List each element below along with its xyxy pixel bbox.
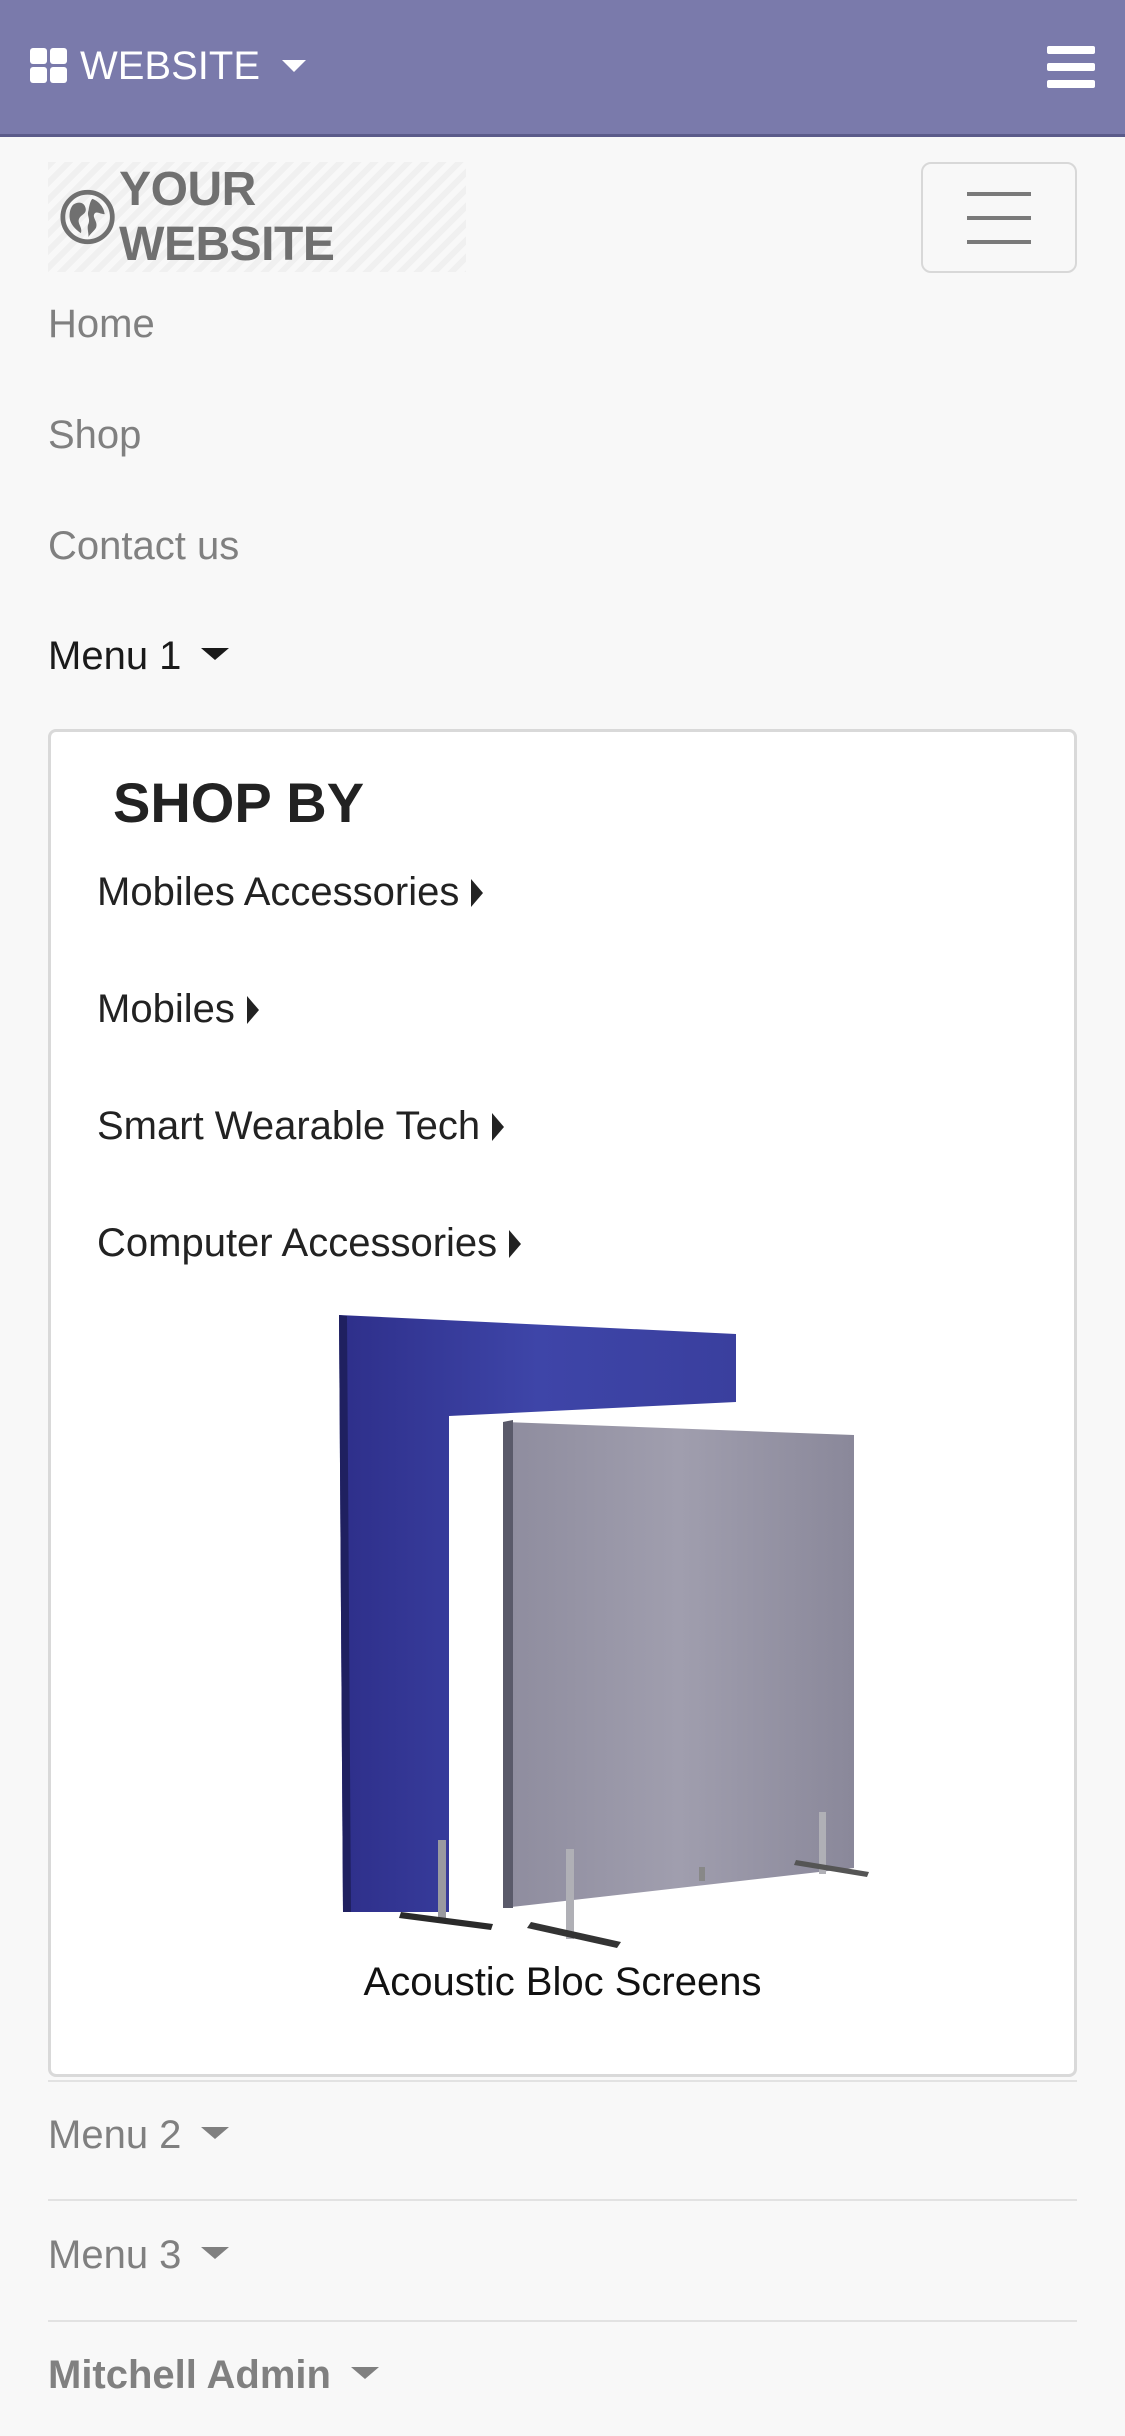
chevron-down-icon bbox=[201, 648, 230, 661]
nav-item-home[interactable]: Home bbox=[48, 302, 155, 347]
nav-item-menu-2[interactable]: Menu 2 bbox=[48, 2113, 230, 2158]
nav-item-shop[interactable]: Shop bbox=[48, 413, 141, 458]
globe-icon bbox=[60, 189, 115, 245]
user-name: Mitchell Admin bbox=[48, 2353, 331, 2397]
apps-grid-icon bbox=[30, 48, 67, 83]
chevron-down-icon bbox=[350, 2367, 379, 2380]
product-image[interactable] bbox=[281, 1312, 881, 1952]
nav-item-contact-us[interactable]: Contact us bbox=[48, 524, 239, 569]
nav-item-menu-3[interactable]: Menu 3 bbox=[48, 2233, 230, 2278]
category-label: Smart Wearable Tech bbox=[97, 1104, 481, 1148]
divider bbox=[48, 2199, 1077, 2201]
user-menu[interactable]: Mitchell Admin bbox=[48, 2353, 379, 2398]
navbar-toggle-button[interactable] bbox=[921, 162, 1077, 273]
site-name: YOUR WEBSITE bbox=[119, 163, 335, 271]
chevron-right-icon bbox=[471, 878, 484, 907]
topbar-menu-icon[interactable] bbox=[1047, 46, 1095, 88]
category-smart-wearable-tech[interactable]: Smart Wearable Tech bbox=[97, 1104, 505, 1149]
category-mobiles-accessories[interactable]: Mobiles Accessories bbox=[97, 870, 484, 915]
site-logo[interactable]: YOUR WEBSITE bbox=[48, 162, 466, 272]
nav-item-menu-3-label: Menu 3 bbox=[48, 2233, 182, 2277]
chevron-right-icon bbox=[246, 995, 259, 1024]
website-switcher[interactable]: WEBSITE bbox=[30, 40, 307, 92]
nav-item-menu-1-label: Menu 1 bbox=[48, 634, 182, 678]
mega-menu-dropdown: SHOP BY Mobiles Accessories Mobiles Smar… bbox=[48, 729, 1077, 2077]
chevron-down-icon bbox=[201, 2247, 230, 2260]
product-name[interactable]: Acoustic Bloc Screens bbox=[51, 1960, 1074, 2005]
chevron-right-icon bbox=[492, 1112, 505, 1141]
category-mobiles[interactable]: Mobiles bbox=[97, 987, 259, 1032]
mega-menu-heading: SHOP BY bbox=[113, 771, 365, 834]
category-label: Mobiles Accessories bbox=[97, 870, 460, 914]
admin-topbar: WEBSITE bbox=[0, 0, 1125, 137]
divider bbox=[48, 2080, 1077, 2082]
category-computer-accessories[interactable]: Computer Accessories bbox=[97, 1221, 522, 1266]
nav-item-menu-1[interactable]: Menu 1 bbox=[48, 634, 230, 679]
nav-item-menu-2-label: Menu 2 bbox=[48, 2113, 182, 2157]
chevron-down-icon bbox=[282, 60, 307, 72]
category-label: Mobiles bbox=[97, 987, 235, 1031]
divider bbox=[48, 2320, 1077, 2322]
website-switcher-label: WEBSITE bbox=[80, 43, 261, 88]
chevron-down-icon bbox=[201, 2127, 230, 2140]
chevron-right-icon bbox=[509, 1229, 522, 1258]
category-label: Computer Accessories bbox=[97, 1221, 498, 1265]
